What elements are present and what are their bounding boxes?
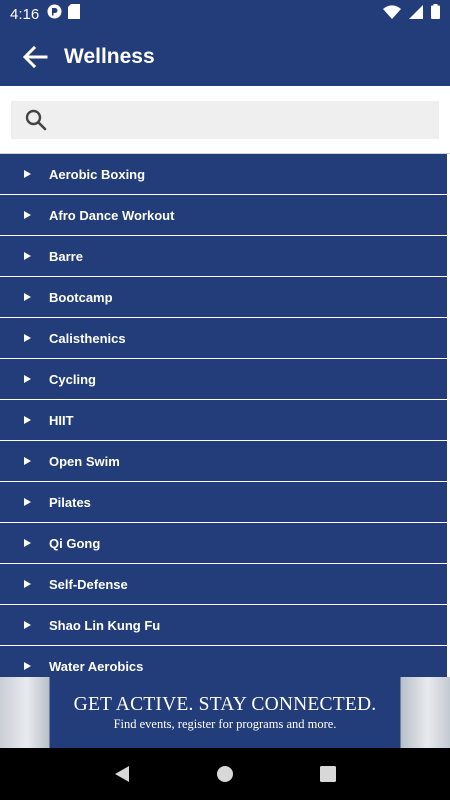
play-arrow-icon	[24, 293, 31, 301]
list-item-label: Self-Defense	[49, 576, 128, 592]
list-item-barre[interactable]: Barre	[0, 236, 450, 277]
page-title: Wellness	[64, 45, 155, 68]
list-item-label: Aerobic Boxing	[49, 166, 146, 182]
play-arrow-icon	[24, 170, 31, 178]
sd-card-icon	[68, 4, 81, 24]
home-circle-icon	[216, 766, 233, 782]
system-nav-bar	[0, 748, 450, 800]
list-item-label: Open Swim	[49, 453, 120, 469]
promo-banner[interactable]: GET ACTIVE. STAY CONNECTED. Find events,…	[0, 677, 450, 748]
list-item-label: Bootcamp	[49, 289, 113, 305]
search-input[interactable]	[57, 111, 427, 129]
recents-square-icon	[320, 766, 337, 782]
nav-home-button[interactable]	[205, 754, 245, 794]
list-item-label: HIIT	[49, 412, 74, 428]
list-item-label: Afro Dance Workout	[49, 207, 175, 223]
play-arrow-icon	[24, 580, 31, 588]
list-item-calisthenics[interactable]: Calisthenics	[0, 318, 450, 359]
list-item-label: Water Aerobics	[49, 658, 144, 674]
list-item-label: Shao Lin Kung Fu	[49, 617, 161, 633]
list-item-shao-lin-kung-fu[interactable]: Shao Lin Kung Fu	[0, 605, 450, 646]
status-right-icons	[383, 4, 440, 24]
list-item-afro-dance-workout[interactable]: Afro Dance Workout	[0, 195, 450, 236]
back-arrow-icon	[22, 45, 48, 69]
status-time: 4:16	[10, 5, 40, 23]
banner-title: GET ACTIVE. STAY CONNECTED.	[73, 694, 377, 715]
search-icon	[25, 109, 47, 131]
play-arrow-icon	[24, 539, 31, 547]
list-item-label: Cycling	[49, 371, 96, 387]
battery-icon	[431, 4, 440, 24]
nav-back-button[interactable]	[102, 754, 142, 794]
list-item-label: Pilates	[49, 494, 91, 510]
list-item-open-swim[interactable]: Open Swim	[0, 441, 450, 482]
status-left-icons	[47, 4, 81, 24]
list-item-aerobic-boxing[interactable]: Aerobic Boxing	[0, 154, 450, 195]
search-area	[0, 86, 450, 154]
nav-recents-button[interactable]	[308, 754, 348, 794]
wifi-icon	[383, 4, 401, 24]
list-item-label: Calisthenics	[49, 330, 126, 346]
app-bar: Wellness	[0, 28, 450, 86]
back-triangle-icon	[114, 766, 129, 782]
list-item-qi-gong[interactable]: Qi Gong	[0, 523, 450, 564]
play-arrow-icon	[24, 252, 31, 260]
list-item-label: Barre	[49, 248, 83, 264]
play-arrow-icon	[24, 334, 31, 342]
list-item-self-defense[interactable]: Self-Defense	[0, 564, 450, 605]
promo-banner-content: GET ACTIVE. STAY CONNECTED. Find events,…	[50, 677, 400, 748]
signal-icon	[409, 4, 423, 24]
banner-subtitle: Find events, register for programs and m…	[113, 717, 337, 731]
play-arrow-icon	[24, 662, 31, 670]
play-arrow-icon	[24, 498, 31, 506]
search-box[interactable]	[11, 101, 439, 139]
list-item-water-aerobics[interactable]: Water Aerobics	[0, 646, 450, 677]
list-item-bootcamp[interactable]: Bootcamp	[0, 277, 450, 318]
play-arrow-icon	[24, 375, 31, 383]
status-bar: 4:16	[0, 0, 450, 28]
list-item-label: Qi Gong	[49, 535, 101, 551]
list-item-cycling[interactable]: Cycling	[0, 359, 450, 400]
wellness-list: Aerobic Boxing Afro Dance Workout Barre …	[0, 154, 450, 677]
play-arrow-icon	[24, 457, 31, 465]
play-arrow-icon	[24, 621, 31, 629]
list-item-hiit[interactable]: HIIT	[0, 400, 450, 441]
play-arrow-icon	[24, 416, 31, 424]
list-item-pilates[interactable]: Pilates	[0, 482, 450, 523]
play-arrow-icon	[24, 211, 31, 219]
app-notification-icon	[47, 4, 62, 24]
back-button[interactable]	[20, 42, 50, 72]
